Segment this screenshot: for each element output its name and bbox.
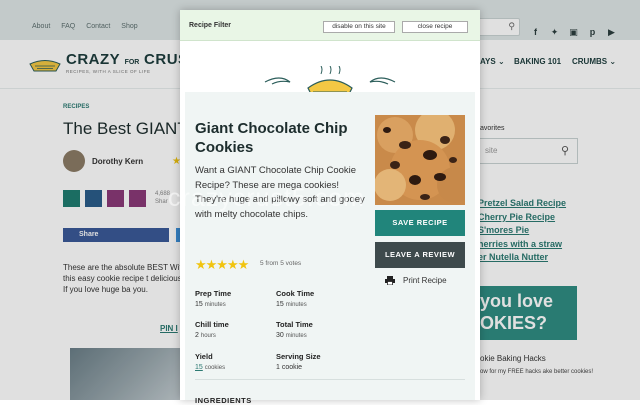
ingredients-heading: INGREDIENTS [195,396,252,405]
yield-value: 15 cookies [195,364,225,371]
yield-adjust-link[interactable]: 15 [195,364,203,371]
recipe-title: Giant Chocolate Chip Cookies [195,120,348,156]
leave-review-button[interactable]: LEAVE A REVIEW [375,242,465,268]
printer-icon [385,276,395,286]
chill-time-label: Chill time [195,320,229,329]
recipe-card: Giant Chocolate Chip Cookies Want a GIAN… [185,92,475,405]
serving-size-label: Serving Size [276,352,321,361]
recipe-filter-bar: Recipe Filter disable on this site close… [180,10,480,41]
print-label: Print Recipe [403,276,447,285]
value-number: 15 [195,301,203,308]
prep-time-value: 15 minutes [195,301,231,308]
total-time-label: Total Time [276,320,313,329]
value-unit: minutes [204,302,226,308]
recipe-filter-label: Recipe Filter [189,22,232,29]
value-number: 30 [276,332,284,339]
value-number: 15 [276,301,284,308]
divider [195,379,465,380]
serving-size-value: 1 cookie [276,364,303,371]
serving-size: Serving Size 1 cookie [276,352,321,371]
value-unit: minutes [285,302,307,308]
rating-votes: 5 from 5 votes [260,260,302,267]
yield: Yield 15 cookies [195,352,225,371]
rating-stars[interactable]: ★★★★★ [195,257,249,273]
disable-on-site-button[interactable]: disable on this site [323,21,395,33]
yield-label: Yield [195,352,213,361]
recipe-photo [375,115,465,205]
close-recipe-button[interactable]: close recipe [402,21,468,33]
cook-time-value: 15 minutes [276,301,314,308]
value-unit: cookies [204,365,226,371]
value-unit: minutes [285,333,307,339]
cook-time-label: Cook Time [276,289,315,298]
total-time-value: 30 minutes [276,332,313,339]
value-unit: hours [200,333,216,339]
print-recipe-link[interactable]: Print Recipe [385,276,447,286]
prep-time-label: Prep Time [195,289,232,298]
save-recipe-button[interactable]: SAVE RECIPE [375,210,465,236]
chill-time-value: 2 hours [195,332,229,339]
total-time: Total Time 30 minutes [276,320,313,339]
value-number: 2 [195,332,199,339]
cook-time: Cook Time 15 minutes [276,289,314,308]
prep-time: Prep Time 15 minutes [195,289,231,308]
watermark-text: crazycrust5.com [168,184,365,212]
chill-time: Chill time 2 hours [195,320,229,339]
